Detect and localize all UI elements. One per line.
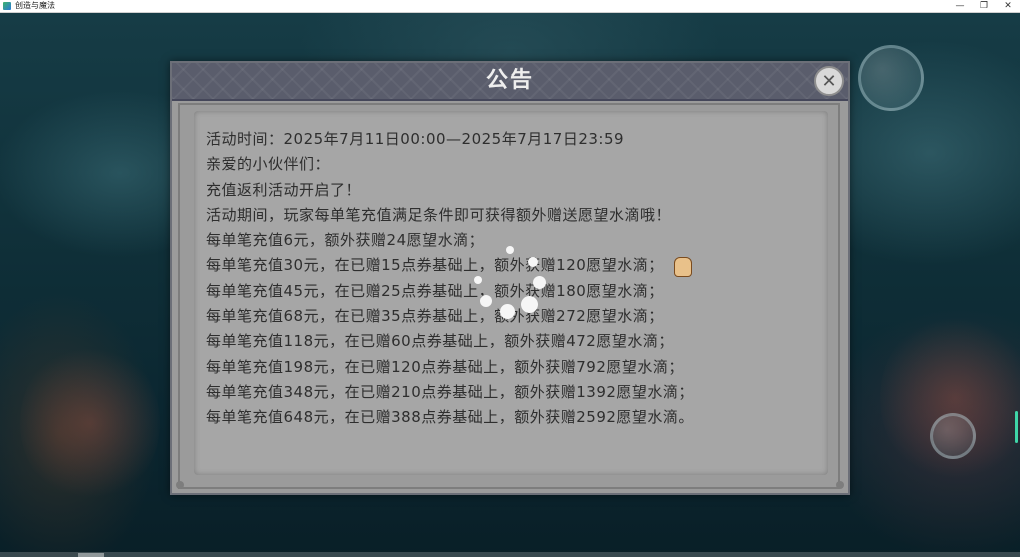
spinner-dot xyxy=(474,276,482,284)
spinner-dot xyxy=(506,246,514,254)
bottom-bar-thumb xyxy=(78,553,104,557)
coral-decoration xyxy=(20,343,160,503)
dialog-header: 公告 ✕ xyxy=(172,63,848,101)
spinner-dot xyxy=(533,276,546,289)
bubble-decoration xyxy=(858,45,924,111)
announcement-dialog: 公告 ✕ 活动时间：2025年7月11日00:00—2025年7月17日23:5… xyxy=(170,61,850,495)
frame-corner xyxy=(176,481,184,489)
announcement-line: 每单笔充值648元，在已赠388点券基础上，额外获赠2592愿望水滴。 xyxy=(206,408,694,427)
dialog-close-button[interactable]: ✕ xyxy=(814,66,844,96)
bubble-decoration xyxy=(930,413,976,459)
dialog-title: 公告 xyxy=(485,68,534,93)
hand-cursor-icon xyxy=(674,257,692,277)
announcement-text: 活动时间：2025年7月11日00:00—2025年7月17日23:59 亲爱的… xyxy=(206,127,816,431)
announcement-line: 活动期间，玩家每单笔充值满足条件即可获得额外赠送愿望水滴哦！ xyxy=(206,205,672,224)
spinner-dot xyxy=(528,257,538,267)
announcement-line: 每单笔充值348元，在已赠210点券基础上，额外获赠1392愿望水滴； xyxy=(206,382,694,401)
minimize-button[interactable]: — xyxy=(948,0,972,12)
app-icon xyxy=(3,2,11,10)
announcement-line: 每单笔充值45元，在已赠25点券基础上，额外获赠180愿望水滴； xyxy=(206,281,664,300)
announcement-line: 活动时间：2025年7月11日00:00—2025年7月17日23:59 xyxy=(206,130,625,148)
window-close-button[interactable]: ✕ xyxy=(996,0,1020,12)
announcement-line: 每单笔充值118元，在已赠60点券基础上，额外获赠472愿望水滴； xyxy=(206,332,674,351)
spinner-dot xyxy=(480,295,492,307)
close-icon: ✕ xyxy=(821,70,837,92)
window-title: 创造与魔法 xyxy=(15,1,55,10)
announcement-line: 每单笔充值198元，在已赠120点券基础上，额外获赠792愿望水滴； xyxy=(206,357,684,376)
window-controls: — ❐ ✕ xyxy=(948,0,1020,12)
announcement-line: 充值返利活动开启了！ xyxy=(206,180,362,199)
announcement-line: 每单笔充值30元，在已赠15点券基础上，额外获赠120愿望水滴； xyxy=(206,256,664,275)
frame-corner xyxy=(836,481,844,489)
restore-button[interactable]: ❐ xyxy=(972,0,996,12)
bottom-bar xyxy=(0,552,1020,557)
side-scroll-indicator[interactable] xyxy=(1015,411,1018,443)
window-titlebar: 创造与魔法 — ❐ ✕ xyxy=(0,0,1020,13)
announcement-line: 亲爱的小伙伴们： xyxy=(206,155,331,174)
spinner-dot xyxy=(521,296,538,313)
spinner-dot xyxy=(500,304,515,319)
